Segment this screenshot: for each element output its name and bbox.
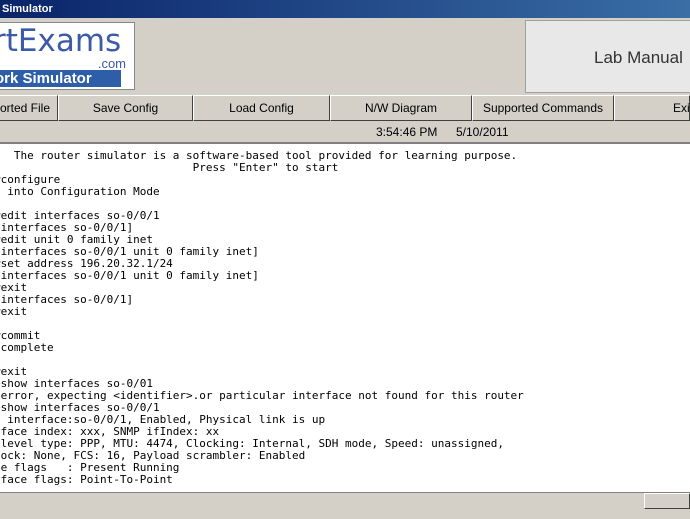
logo-subtitle: ork Simulator [0,70,121,87]
logo-dotcom-text: .com [97,56,126,71]
lab-manual-panel[interactable]: Lab Manual [525,20,690,93]
toolbar: orted File Save Config Load Config N/W D… [0,95,690,122]
window-title-bar: Simulator [0,0,690,18]
lab-manual-label: Lab Manual [594,48,683,67]
load-config-button[interactable]: Load Config [193,95,330,121]
imported-file-button[interactable]: orted File [0,95,58,121]
window-title: Simulator [2,3,53,15]
supported-commands-button[interactable]: Supported Commands [472,95,614,121]
scrollbar-button[interactable] [644,493,690,509]
terminal-console[interactable]: The router simulator is a software-based… [0,142,690,492]
brand-logo: rtExams .com ork Simulator [0,22,135,90]
nw-diagram-button[interactable]: N/W Diagram [330,95,472,121]
horizontal-scrollbar[interactable] [0,492,690,519]
status-date: 5/10/2011 [456,125,509,139]
terminal-output: The router simulator is a software-based… [0,149,524,486]
logo-brand-text: rtExams [0,23,122,59]
exit-button[interactable]: Exit [614,95,690,121]
status-time: 3:54:46 PM [376,125,438,139]
save-config-button[interactable]: Save Config [58,95,193,121]
status-bar: 3:54:46 PM 5/10/2011 [0,122,690,142]
